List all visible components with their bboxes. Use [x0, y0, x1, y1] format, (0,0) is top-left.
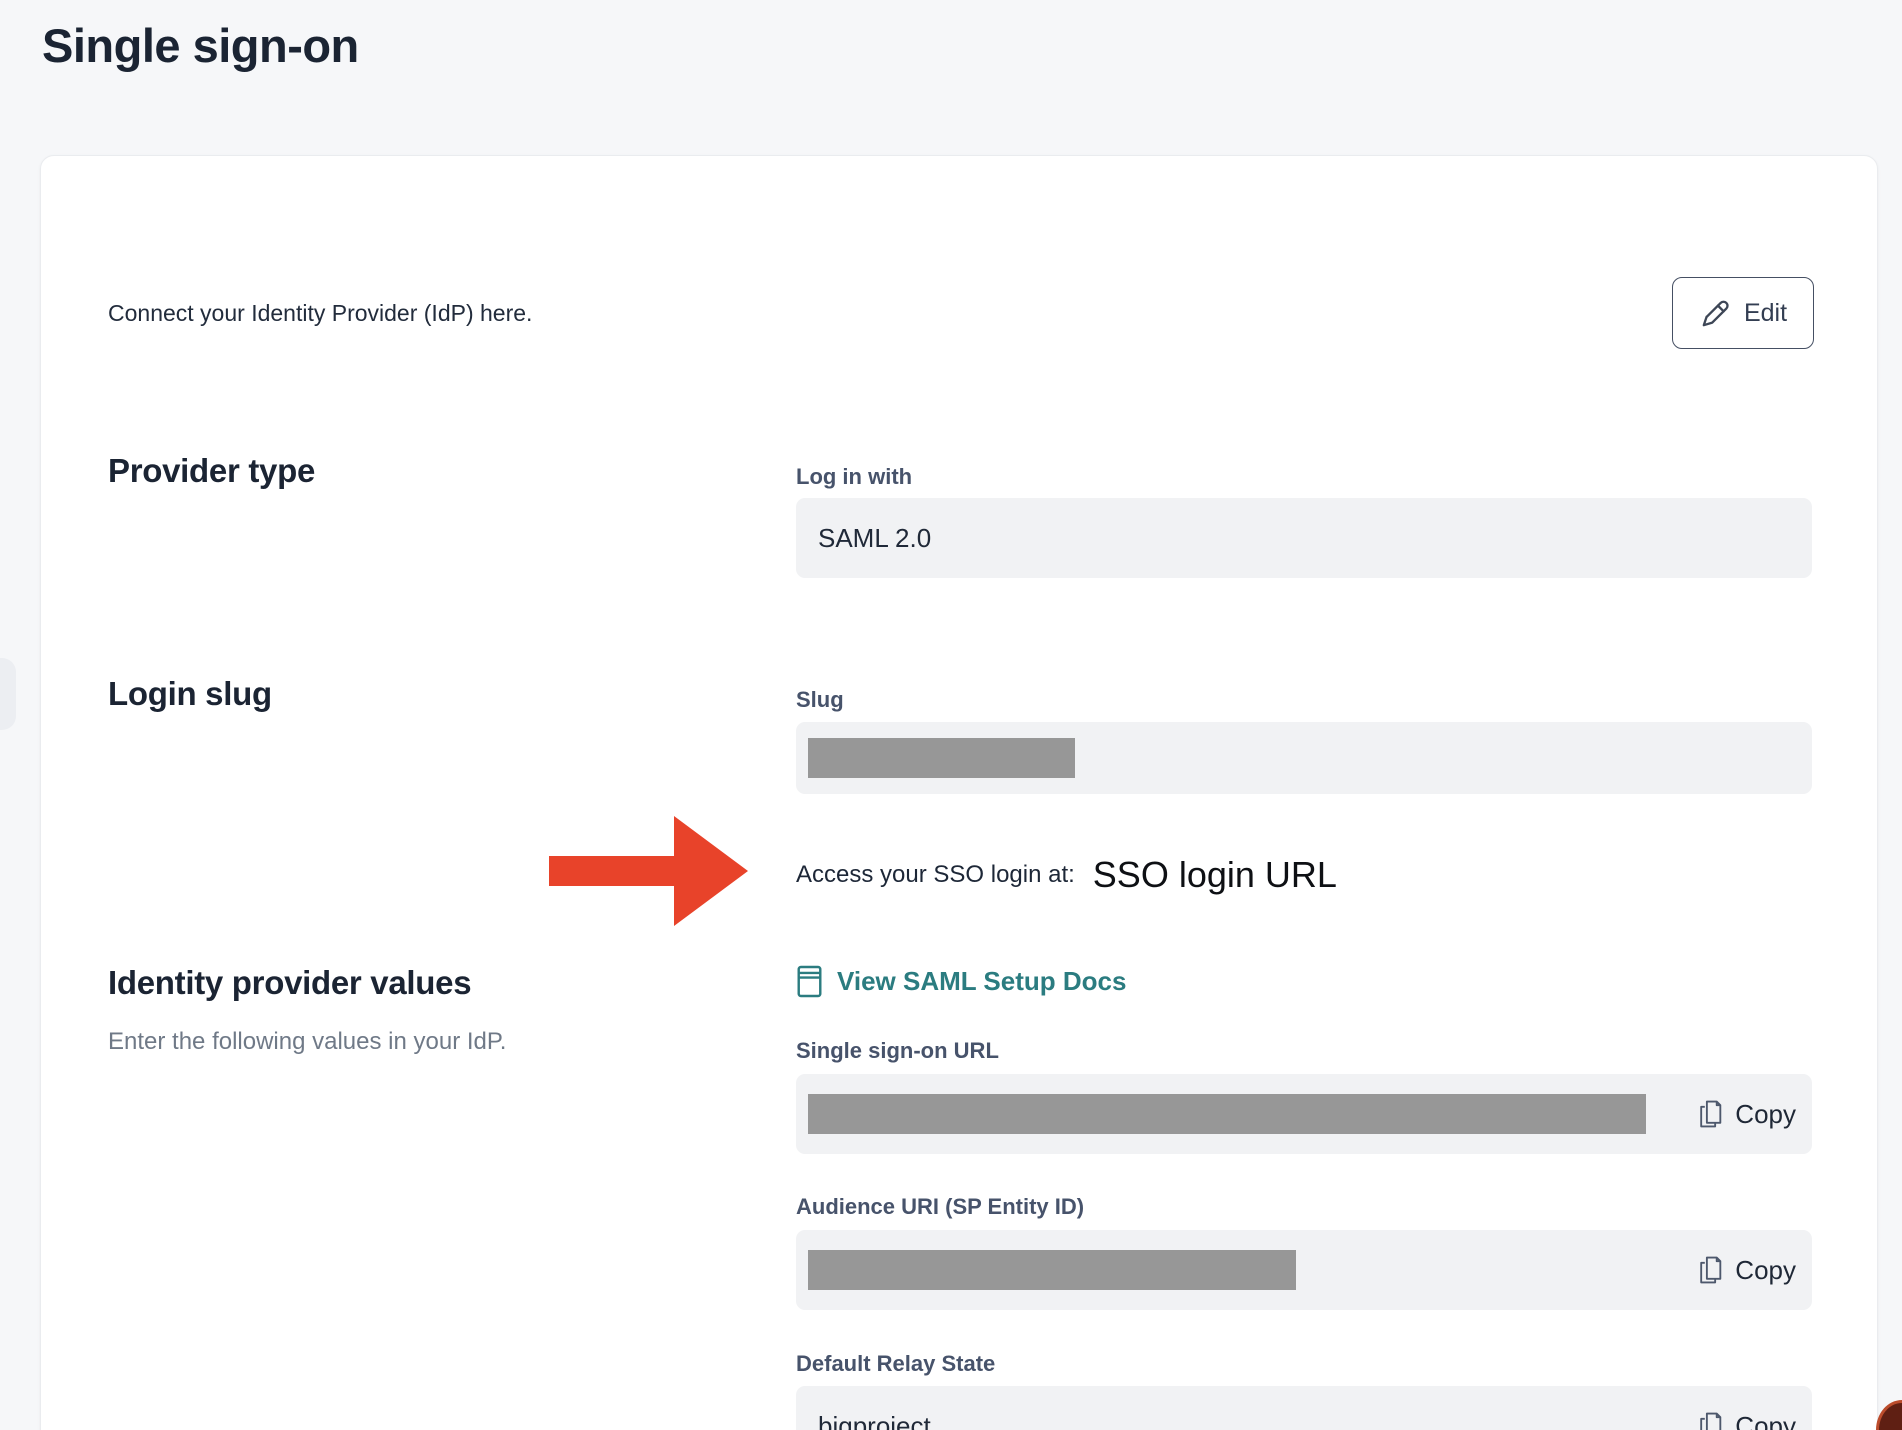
- redacted-value-bar: [808, 1094, 1646, 1134]
- default-relay-state-label: Default Relay State: [796, 1351, 995, 1377]
- copy-sso-url-button[interactable]: Copy: [1698, 1074, 1796, 1154]
- pencil-icon: [1699, 297, 1731, 329]
- provider-type-field: SAML 2.0: [796, 498, 1812, 578]
- provider-type-value: SAML 2.0: [796, 523, 931, 554]
- copy-icon: [1698, 1411, 1723, 1430]
- docs-link-label: View SAML Setup Docs: [837, 966, 1126, 997]
- slug-field: [796, 722, 1812, 794]
- sso-settings-card: Connect your Identity Provider (IdP) her…: [40, 155, 1878, 1430]
- copy-audience-uri-button[interactable]: Copy: [1698, 1230, 1796, 1310]
- annotation-arrow-icon: [541, 806, 756, 936]
- side-drawer-handle[interactable]: [0, 658, 16, 730]
- copy-button-label: Copy: [1735, 1099, 1796, 1130]
- slug-label: Slug: [796, 687, 844, 713]
- section-heading-provider-type: Provider type: [108, 452, 315, 490]
- edit-button[interactable]: Edit: [1672, 277, 1814, 349]
- audience-uri-field: Copy: [796, 1230, 1812, 1310]
- sso-login-url-annotation: SSO login URL: [1093, 854, 1337, 896]
- sso-access-prefix: Access your SSO login at:: [796, 861, 1075, 889]
- sso-url-field: Copy: [796, 1074, 1812, 1154]
- view-saml-setup-docs-link[interactable]: View SAML Setup Docs: [796, 960, 1126, 1002]
- default-relay-state-field: bigproject Copy: [796, 1386, 1812, 1430]
- page-title: Single sign-on: [42, 18, 359, 73]
- section-heading-login-slug: Login slug: [108, 675, 272, 713]
- annotation-corner-artifact: [1876, 1400, 1902, 1430]
- section-heading-idp-values: Identity provider values: [108, 964, 471, 1002]
- journal-docs-icon: [796, 965, 823, 998]
- copy-icon: [1698, 1255, 1723, 1285]
- sso-url-label: Single sign-on URL: [796, 1038, 999, 1064]
- login-with-label: Log in with: [796, 464, 912, 490]
- edit-button-label: Edit: [1744, 299, 1787, 328]
- redacted-value-bar: [808, 738, 1075, 778]
- copy-icon: [1698, 1099, 1723, 1129]
- intro-text: Connect your Identity Provider (IdP) her…: [108, 300, 532, 327]
- sso-settings-page: Single sign-on Connect your Identity Pro…: [0, 0, 1902, 1430]
- redacted-value-bar: [808, 1250, 1296, 1290]
- idp-values-subheading: Enter the following values in your IdP.: [108, 1028, 506, 1056]
- copy-relay-state-button[interactable]: Copy: [1698, 1386, 1796, 1430]
- copy-button-label: Copy: [1735, 1255, 1796, 1286]
- audience-uri-label: Audience URI (SP Entity ID): [796, 1194, 1084, 1220]
- sso-access-line: Access your SSO login at: SSO login URL: [796, 844, 1337, 906]
- default-relay-state-value: bigproject: [796, 1411, 931, 1430]
- copy-button-label: Copy: [1735, 1411, 1796, 1430]
